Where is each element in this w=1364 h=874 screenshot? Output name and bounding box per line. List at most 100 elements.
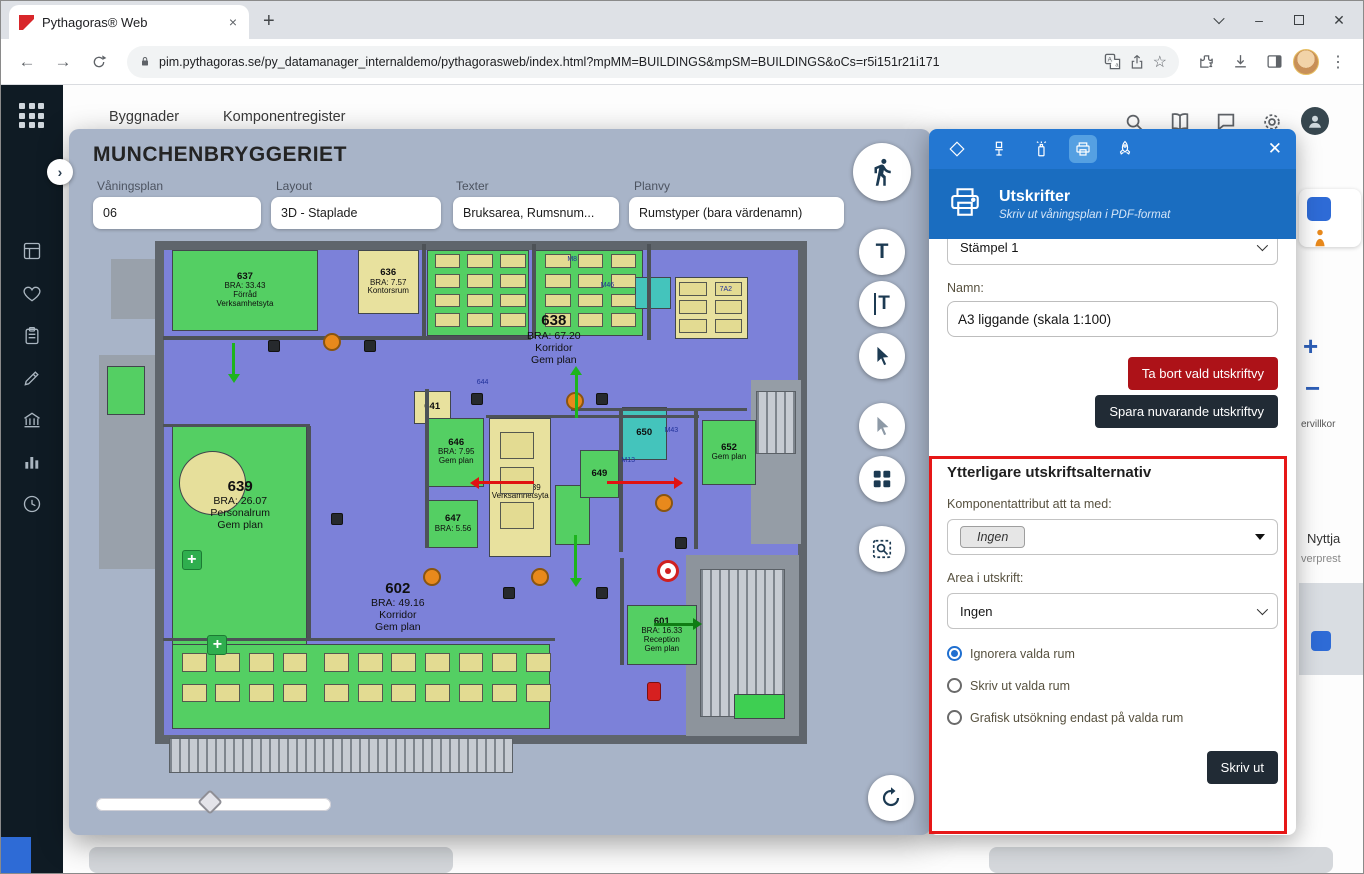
room-area[interactable] [635,277,670,309]
name-label: Namn: [947,281,1278,295]
download-icon[interactable] [1225,47,1255,77]
clock-icon[interactable] [22,494,42,514]
plan-label: Planvy [634,179,670,193]
pointer-tool-button[interactable] [859,403,905,449]
print-name-input[interactable] [947,301,1278,337]
star-icon[interactable]: ☆ [1153,52,1167,72]
building-icon[interactable] [22,410,42,430]
refresh-icon[interactable] [83,46,115,78]
spray-icon[interactable] [1027,135,1055,163]
component-attribute-select[interactable]: Ingen [947,519,1278,555]
room-area[interactable] [179,451,246,515]
forward-icon[interactable]: → [47,46,79,78]
room-647[interactable]: 647BRA: 5.56 [428,500,478,548]
radio-circle[interactable] [947,646,962,661]
extensions-icon[interactable] [1191,47,1221,77]
radio-circle[interactable] [947,710,962,725]
grid-tool-button[interactable] [859,456,905,502]
browser-tab[interactable]: Pythagoras® Web × [9,5,249,39]
text-tool-button[interactable]: T [859,229,905,275]
close-window-icon[interactable]: ✕ [1319,1,1359,39]
sidebar-expand-chevron[interactable]: › [47,159,73,185]
radio-circle[interactable] [947,678,962,693]
desk [545,254,571,268]
floor-select[interactable]: 06 [93,197,261,229]
inner-wall [532,244,536,337]
desk [391,653,416,672]
background-blue-tile-2 [1311,631,1331,651]
room-636[interactable]: 636BRA: 7.57Kontorsrum [358,250,419,315]
user-avatar[interactable] [1301,107,1329,135]
layout-select[interactable]: 3D - Staplade [271,197,441,229]
room-area[interactable] [107,366,145,415]
fire-extinguisher-icon [647,682,661,702]
room-637[interactable]: 637BRA: 33.43FörrådVerksamhetsyta [172,250,318,331]
room-649[interactable]: 649 [580,450,618,497]
new-tab-button[interactable]: + [263,10,275,33]
side-panel-icon[interactable] [1259,47,1289,77]
window-menu-chevron-icon[interactable] [1199,1,1239,39]
save-printview-button[interactable]: Spara nuvarande utskriftvy [1095,395,1278,428]
delete-printview-button[interactable]: Ta bort vald utskriftvy [1128,357,1278,390]
radio-ignore-selected-rooms[interactable]: Ignorera valda rum [947,646,1278,661]
minimize-icon[interactable]: – [1239,1,1279,39]
rocket-icon[interactable] [1111,135,1139,163]
radio-graphic-selection-only[interactable]: Grafisk utsökning endast på valda rum [947,710,1278,725]
background-bottom-bar-right [989,847,1333,873]
plan-select[interactable]: Rumstyper (bara värdenamn) [629,197,844,229]
select-tool-button[interactable] [859,333,905,379]
tab-close-icon[interactable]: × [227,14,239,30]
radio-print-selected-rooms[interactable]: Skriv ut valda rum [947,678,1278,693]
inner-wall [571,408,747,411]
table-icon[interactable] [22,241,42,261]
lock-icon [139,55,151,68]
desk [578,313,604,327]
translate-icon[interactable]: Aa [1104,53,1121,70]
clipboard-icon[interactable] [22,326,42,346]
share-icon[interactable] [1129,54,1145,70]
text-cursor-tool-button[interactable]: T [859,281,905,327]
tab-component-register[interactable]: Komponentregister [223,109,346,125]
room-652[interactable]: 652Gem plan [702,420,756,486]
apps-grid-icon[interactable] [19,103,45,129]
door-icon [471,393,483,405]
rotate-icon[interactable] [868,775,914,821]
back-icon[interactable]: ← [11,46,43,78]
browser-profile-avatar[interactable] [1293,49,1319,75]
background-blue-tile [1307,197,1331,221]
printer-icon[interactable] [1069,135,1097,163]
door-icon [675,537,687,549]
url-bar[interactable]: pim.pythagoras.se/py_datamanager_interna… [127,46,1179,78]
tab-buildings[interactable]: Byggnader [109,109,179,125]
floorplan-canvas[interactable]: 637BRA: 33.43FörrådVerksamhetsyta 636BRA:… [89,229,889,777]
close-icon[interactable]: ✕ [1268,139,1282,159]
svg-text:A: A [1107,57,1112,64]
chair-icon[interactable] [985,135,1013,163]
print-area-select[interactable]: Ingen [947,593,1278,629]
cube-icon[interactable] [943,135,971,163]
panel-body: Stämpel 1 Namn: Ta bort vald utskriftvy … [929,239,1296,835]
desk [578,294,604,308]
walk-tool-button[interactable] [853,143,911,201]
bar-chart-icon[interactable] [22,452,42,472]
background-bottom-bar-left [89,847,453,873]
pen-icon[interactable] [22,368,42,388]
zoom-select-tool-button[interactable] [859,526,905,572]
heart-icon[interactable] [22,284,42,304]
desk [611,254,637,268]
stamp-select[interactable]: Stämpel 1 [947,239,1278,265]
sidebar-bottom-tile[interactable] [1,837,31,873]
room-area[interactable] [734,694,785,719]
print-panel: ✕ Utskrifter Skriv ut våningsplan i PDF-… [929,129,1296,835]
room-601[interactable]: 601BRA: 16.33ReceptionGem plan [627,605,697,665]
desk [500,274,526,288]
texts-select[interactable]: Bruksarea, Rumsnum... [453,197,619,229]
print-button[interactable]: Skriv ut [1207,751,1278,784]
menu-icon[interactable]: ⋮ [1323,47,1353,77]
zoom-out-icon[interactable]: − [1305,373,1320,404]
zoom-in-icon[interactable]: + [1303,331,1318,362]
desk [715,300,742,314]
direction-arrow-left [470,477,534,489]
door-icon [503,587,515,599]
maximize-icon[interactable] [1279,1,1319,39]
